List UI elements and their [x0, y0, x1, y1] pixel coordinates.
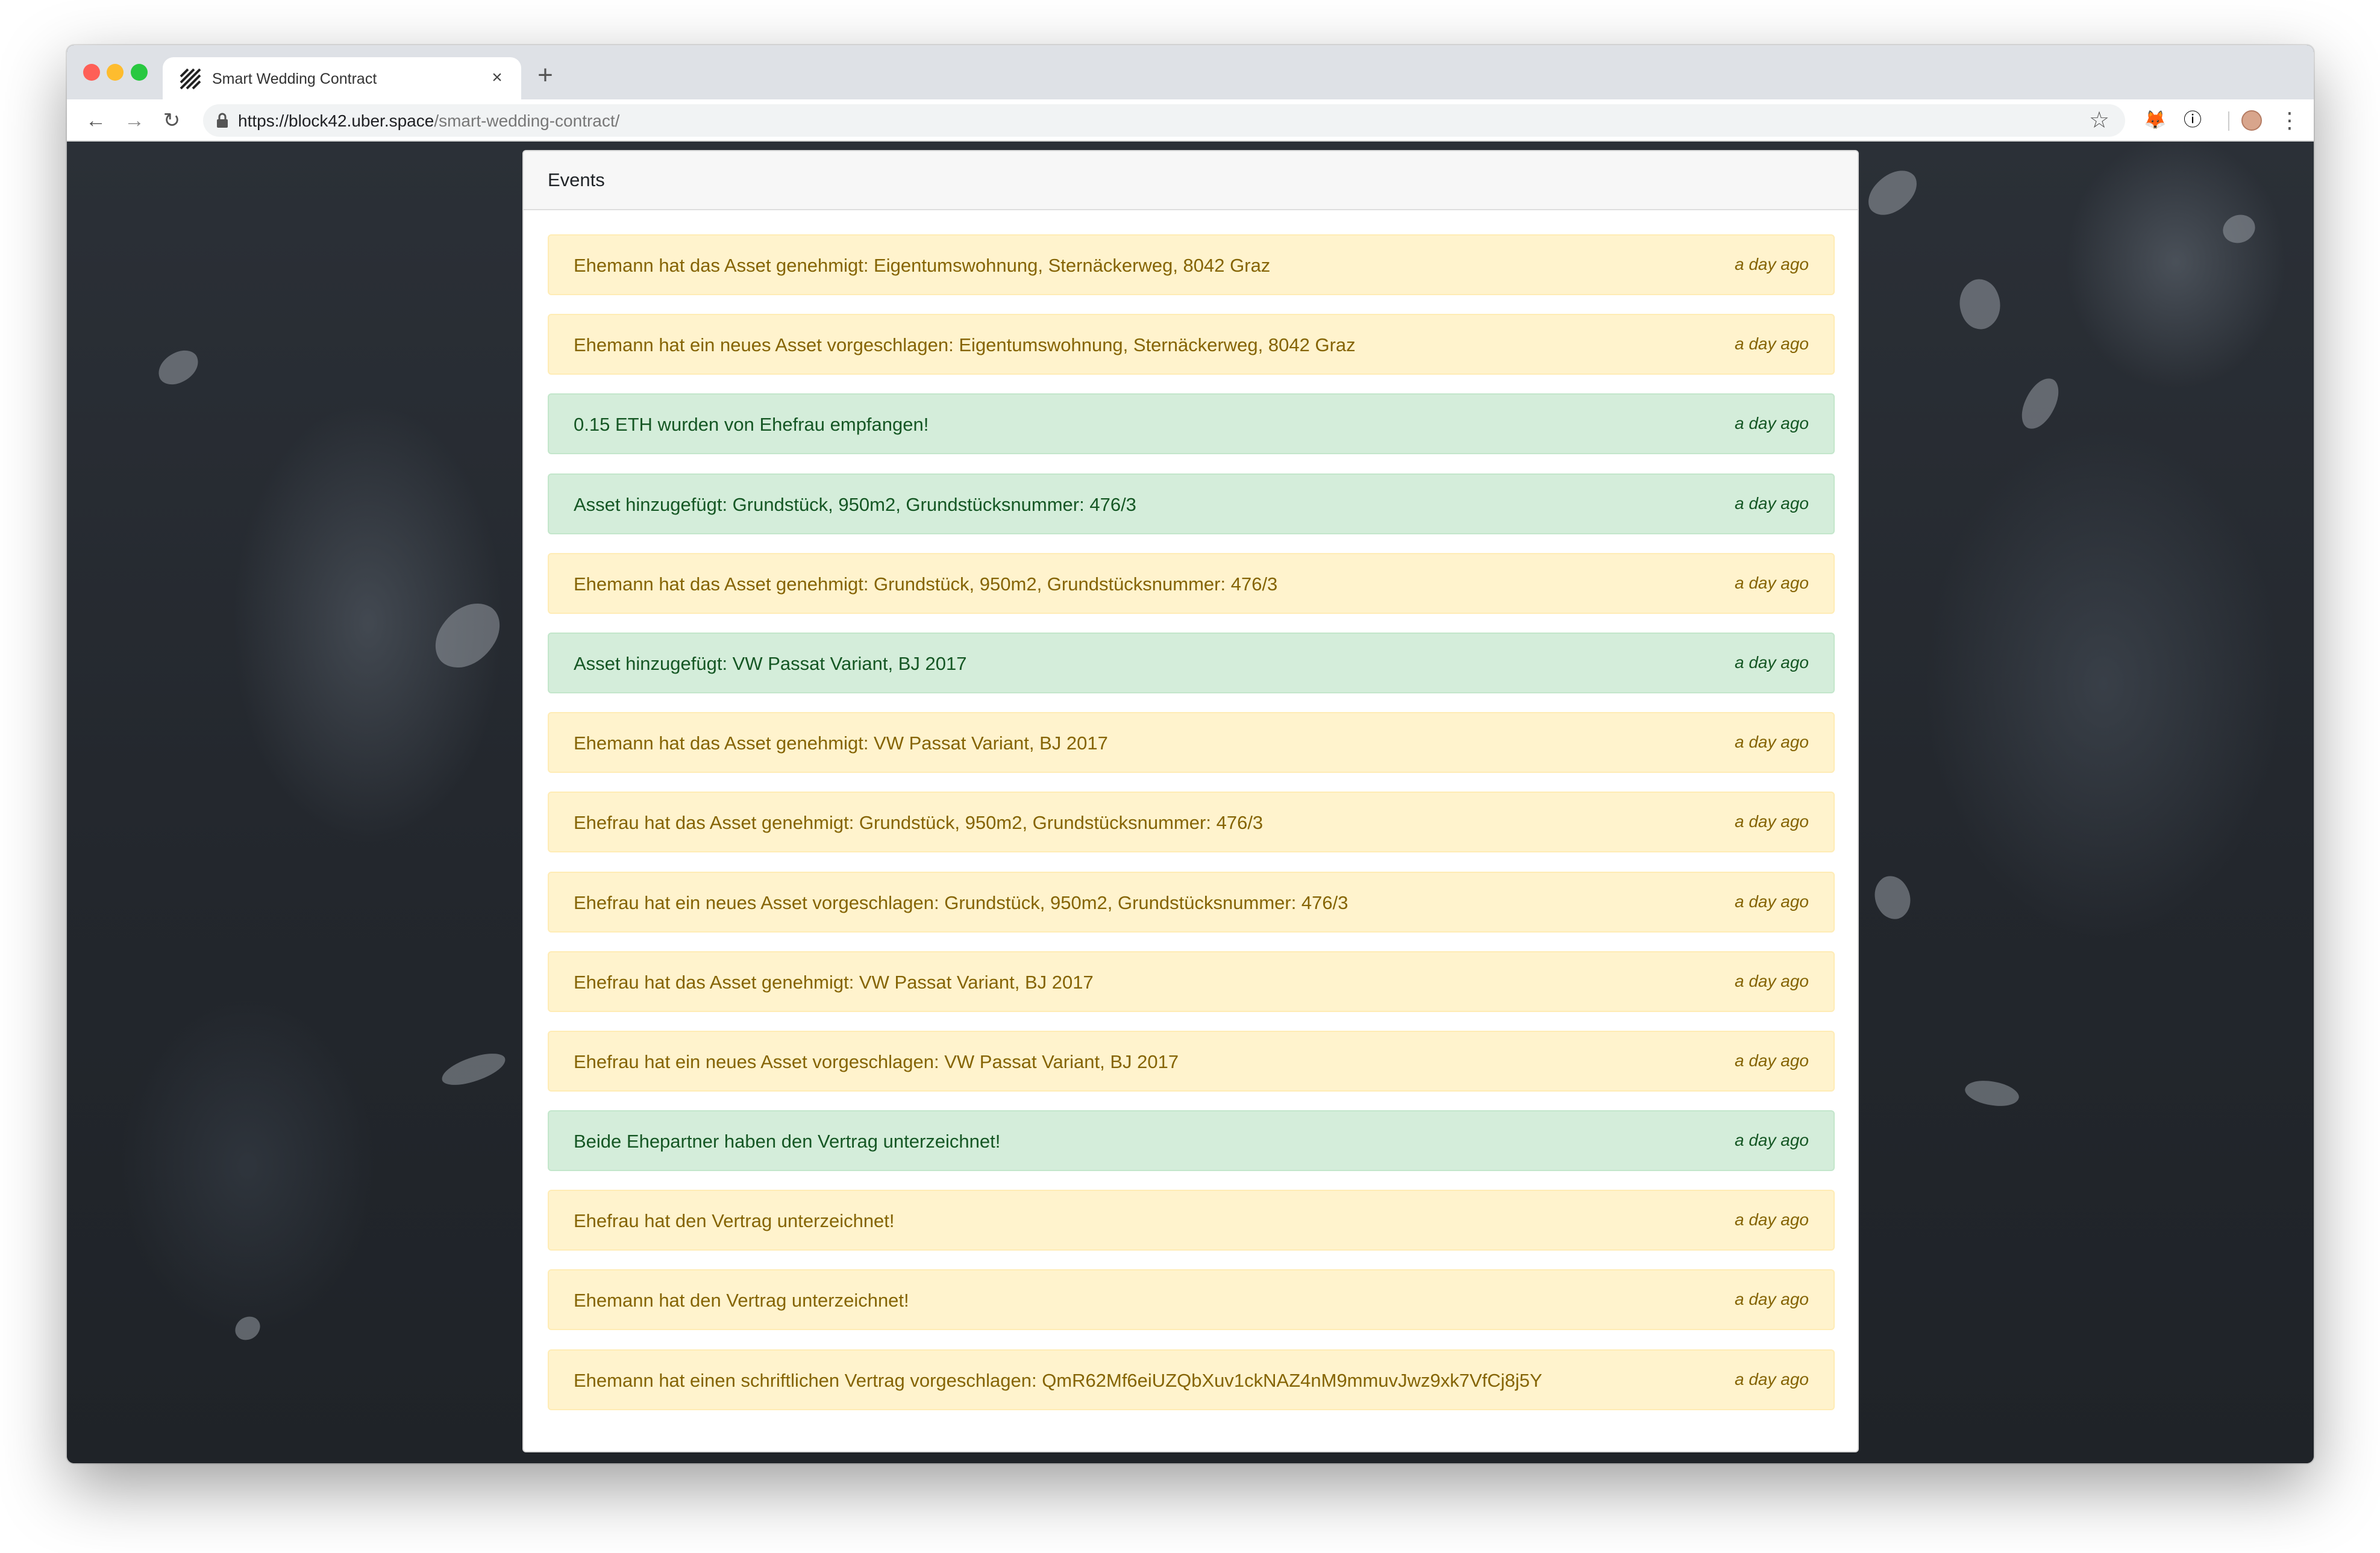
- event-item: 0.15 ETH wurden von Ehefrau empfangen! a …: [548, 393, 1835, 455]
- tab-strip: Smart Wedding Contract × +: [67, 45, 2314, 99]
- event-item: Ehefrau hat ein neues Asset vorgeschlage…: [548, 1030, 1835, 1092]
- info-circle-icon[interactable]: ⓘ: [2179, 107, 2206, 134]
- event-message: Ehemann hat einen schriftlichen Vertrag …: [574, 1369, 1542, 1391]
- event-message: Ehemann hat das Asset genehmigt: Grundst…: [574, 573, 1278, 595]
- event-item: Ehefrau hat das Asset genehmigt: VW Pass…: [548, 951, 1835, 1012]
- event-timestamp: a day ago: [1735, 414, 1809, 433]
- event-item: Ehefrau hat ein neues Asset vorgeschlage…: [548, 871, 1835, 933]
- event-item: Ehemann hat das Asset genehmigt: Eigentu…: [548, 234, 1835, 295]
- event-message: Ehefrau hat das Asset genehmigt: Grundst…: [574, 812, 1264, 834]
- event-timestamp: a day ago: [1735, 1131, 1809, 1150]
- event-message: Ehefrau hat den Vertrag unterzeichnet!: [574, 1210, 895, 1232]
- forward-arrow-icon[interactable]: →: [121, 107, 148, 134]
- event-message: Ehemann hat das Asset genehmigt: VW Pass…: [574, 733, 1108, 754]
- url-text[interactable]: https://block42.uber.space/smart-wedding…: [238, 111, 619, 131]
- event-message: 0.15 ETH wurden von Ehefrau empfangen!: [574, 414, 929, 436]
- striped-logo-icon: [180, 68, 201, 90]
- reload-icon[interactable]: ↻: [158, 107, 185, 134]
- background-petal: [153, 346, 204, 389]
- event-timestamp: a day ago: [1735, 812, 1809, 831]
- event-message: Beide Ehepartner haben den Vertrag unter…: [574, 1131, 1001, 1152]
- event-item: Ehemann hat ein neues Asset vorgeschlage…: [548, 314, 1835, 375]
- event-message: Asset hinzugefügt: Grundstück, 950m2, Gr…: [574, 493, 1136, 515]
- event-message: Ehemann hat ein neues Asset vorgeschlage…: [574, 334, 1356, 356]
- background-petal: [2219, 208, 2259, 249]
- event-message: Asset hinzugefügt: VW Passat Variant, BJ…: [574, 652, 967, 674]
- metamask-fox-icon[interactable]: 🦊: [2141, 107, 2169, 134]
- event-timestamp: a day ago: [1735, 971, 1809, 990]
- kebab-menu-icon[interactable]: ⋮: [2279, 107, 2300, 134]
- event-timestamp: a day ago: [1735, 733, 1809, 752]
- event-message: Ehefrau hat das Asset genehmigt: VW Pass…: [574, 971, 1094, 993]
- event-timestamp: a day ago: [1735, 892, 1809, 911]
- event-message: Ehemann hat den Vertrag unterzeichnet!: [574, 1290, 909, 1311]
- lock-icon[interactable]: [216, 113, 228, 128]
- event-item: Ehemann hat einen schriftlichen Vertrag …: [548, 1349, 1835, 1410]
- background-petal: [438, 1049, 509, 1090]
- page-content: Events Ehemann hat das Asset genehmigt: …: [67, 142, 2314, 1463]
- event-timestamp: a day ago: [1735, 1051, 1809, 1070]
- background-petal: [1865, 869, 1920, 926]
- background-petal: [1962, 1075, 2021, 1112]
- close-tab-icon[interactable]: ×: [486, 67, 508, 89]
- event-timestamp: a day ago: [1735, 1290, 1809, 1309]
- bookmark-star-icon[interactable]: ☆: [2085, 107, 2113, 134]
- event-timestamp: a day ago: [1735, 255, 1809, 273]
- event-item: Ehefrau hat das Asset genehmigt: Grundst…: [548, 792, 1835, 853]
- event-message: Ehefrau hat ein neues Asset vorgeschlage…: [574, 892, 1348, 913]
- event-timestamp: a day ago: [1735, 493, 1809, 513]
- event-timestamp: a day ago: [1735, 334, 1809, 354]
- card-header: Events: [524, 151, 1858, 210]
- event-timestamp: a day ago: [1735, 1210, 1809, 1230]
- back-arrow-icon[interactable]: ←: [83, 107, 109, 134]
- event-item: Asset hinzugefügt: Grundstück, 950m2, Gr…: [548, 473, 1835, 534]
- profile-avatar[interactable]: [2241, 110, 2262, 131]
- event-timestamp: a day ago: [1735, 1369, 1809, 1389]
- tab-title: Smart Wedding Contract: [212, 70, 377, 87]
- card-title: Events: [548, 169, 605, 190]
- address-bar[interactable]: https://block42.uber.space/smart-wedding…: [203, 104, 2125, 137]
- event-message: Ehefrau hat ein neues Asset vorgeschlage…: [574, 1051, 1179, 1072]
- browser-window: Smart Wedding Contract × + ← → ↻ https:/…: [67, 45, 2314, 1463]
- new-tab-button[interactable]: +: [531, 61, 560, 90]
- toolbar-divider: [2228, 111, 2229, 131]
- event-item: Ehemann hat das Asset genehmigt: VW Pass…: [548, 712, 1835, 773]
- tab-smart-wedding-contract[interactable]: Smart Wedding Contract ×: [163, 57, 521, 99]
- background-petal: [2017, 373, 2064, 434]
- event-item: Asset hinzugefügt: VW Passat Variant, BJ…: [548, 632, 1835, 693]
- event-item: Ehemann hat das Asset genehmigt: Grundst…: [548, 552, 1835, 614]
- background-petal: [1949, 272, 2011, 336]
- url-host: https://block42.uber.space: [238, 111, 434, 130]
- events-card: Events Ehemann hat das Asset genehmigt: …: [522, 150, 1859, 1452]
- event-item: Ehemann hat den Vertrag unterzeichnet! a …: [548, 1269, 1835, 1331]
- close-window-button[interactable]: [83, 64, 100, 81]
- event-item: Ehefrau hat den Vertrag unterzeichnet! a …: [548, 1190, 1835, 1251]
- event-timestamp: a day ago: [1735, 573, 1809, 592]
- background-petal: [233, 1314, 262, 1343]
- event-item: Beide Ehepartner haben den Vertrag unter…: [548, 1110, 1835, 1172]
- event-list: Ehemann hat das Asset genehmigt: Eigentu…: [548, 234, 1835, 1429]
- event-timestamp: a day ago: [1735, 652, 1809, 672]
- url-path: /smart-wedding-contract/: [434, 111, 620, 130]
- minimize-window-button[interactable]: [107, 64, 124, 81]
- background-petal: [1861, 160, 1924, 225]
- event-message: Ehemann hat das Asset genehmigt: Eigentu…: [574, 255, 1271, 276]
- browser-toolbar: ← → ↻ https://block42.uber.space/smart-w…: [67, 99, 2314, 142]
- maximize-window-button[interactable]: [131, 64, 148, 81]
- background-petal: [426, 590, 509, 681]
